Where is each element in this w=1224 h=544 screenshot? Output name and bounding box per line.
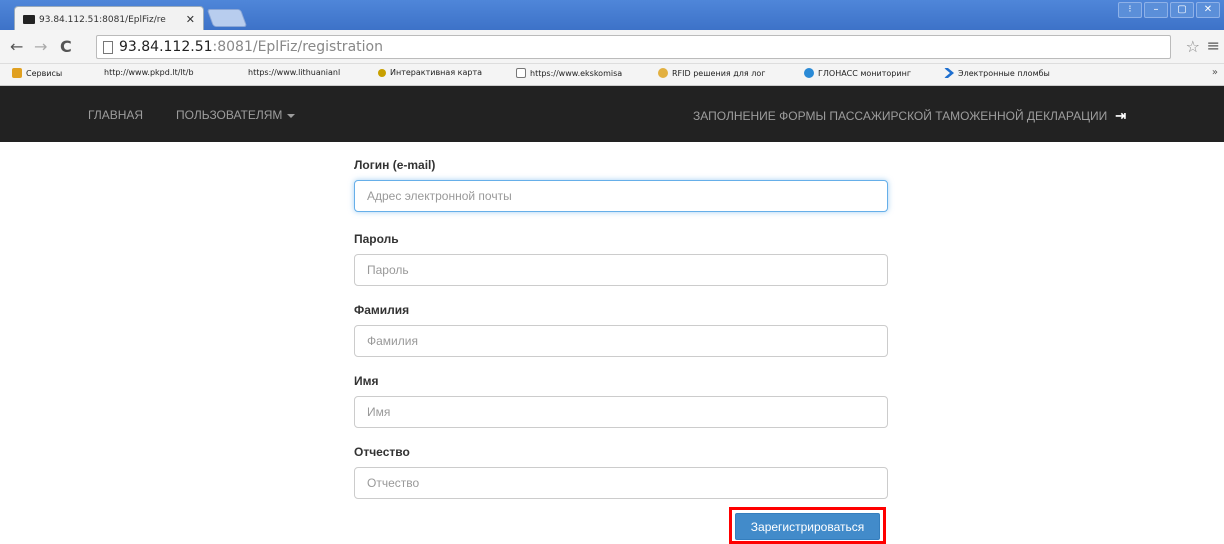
nav-users-dropdown[interactable]: Пользователям — [176, 108, 296, 122]
page-icon — [103, 40, 113, 54]
browser-toolbar: ← → C 93.84.112.51:8081/EplFiz/registrat… — [0, 30, 1224, 64]
nav-declaration-link[interactable]: Заполнение формы пассажирской таможенной… — [693, 108, 1126, 124]
back-icon[interactable]: ← — [10, 37, 23, 56]
patronymic-label: Отчество — [354, 445, 410, 459]
window-controls: ⁝ – ▢ ✕ — [1118, 2, 1220, 18]
surname-label: Фамилия — [354, 303, 410, 317]
name-input[interactable] — [354, 396, 888, 428]
patronymic-group: Отчество — [354, 445, 888, 499]
bookmark-item[interactable]: Сервисы — [12, 68, 62, 78]
register-button[interactable]: Зарегистрироваться — [735, 513, 880, 540]
url-text: 93.84.112.51:8081/EplFiz/registration — [119, 39, 383, 55]
tab-favicon-icon — [23, 15, 35, 24]
submit-highlight-box: Зарегистрироваться — [729, 507, 886, 544]
password-input[interactable] — [354, 254, 888, 286]
bookmark-star-icon[interactable]: ☆ — [1186, 37, 1200, 56]
login-label: Логин (e-mail) — [354, 158, 436, 172]
forward-icon[interactable]: → — [34, 37, 47, 56]
surname-input[interactable] — [354, 325, 888, 357]
bookmark-item[interactable]: Интерактивная карта — [378, 68, 482, 77]
name-group: Имя — [354, 374, 888, 428]
password-label: Пароль — [354, 232, 399, 246]
map-icon — [378, 68, 386, 77]
apps-icon — [12, 68, 22, 78]
bookmark-item[interactable]: http://www.pkpd.lt/lt/b — [104, 68, 194, 77]
surname-group: Фамилия — [354, 303, 888, 357]
tab-title: 93.84.112.51:8081/EplFiz/re — [39, 14, 166, 25]
bookmark-item[interactable]: ГЛОНАСС мониторинг — [804, 68, 911, 78]
browser-title-bar: 93.84.112.51:8081/EplFiz/re ✕ ⁝ – ▢ ✕ — [0, 0, 1224, 32]
nav-home-link[interactable]: Главная — [88, 108, 143, 122]
user-icon[interactable]: ⁝ — [1118, 2, 1142, 18]
login-icon: ⇥ — [1115, 108, 1127, 123]
login-email-input[interactable] — [354, 180, 888, 212]
bookmarks-bar: Сервисы http://www.pkpd.lt/lt/b https://… — [0, 64, 1224, 86]
new-tab-button[interactable] — [206, 9, 248, 27]
login-group: Логин (e-mail) — [354, 158, 888, 212]
bookmark-item[interactable]: Электронные пломбы — [944, 68, 1050, 78]
page-icon — [516, 68, 526, 78]
bookmark-item[interactable]: https://www.ekskomisa — [516, 68, 622, 78]
close-window-button[interactable]: ✕ — [1196, 2, 1220, 18]
bookmarks-more-icon[interactable]: » — [1212, 67, 1218, 78]
site-navbar: Главная Пользователям Заполнение формы п… — [0, 86, 1224, 142]
minimize-button[interactable]: – — [1144, 2, 1168, 18]
bookmark-item[interactable]: RFID решения для лог — [658, 68, 765, 78]
address-bar[interactable]: 93.84.112.51:8081/EplFiz/registration — [96, 35, 1171, 59]
password-group: Пароль — [354, 232, 888, 286]
glonass-icon — [804, 68, 814, 78]
patronymic-input[interactable] — [354, 467, 888, 499]
reload-icon[interactable]: C — [60, 37, 72, 56]
browser-tab[interactable]: 93.84.112.51:8081/EplFiz/re ✕ — [14, 6, 204, 32]
arrow-icon — [944, 68, 954, 78]
tab-close-icon[interactable]: ✕ — [186, 13, 195, 26]
maximize-button[interactable]: ▢ — [1170, 2, 1194, 18]
caret-down-icon — [287, 113, 296, 118]
rfid-icon — [658, 68, 668, 78]
browser-menu-icon[interactable]: ≡ — [1207, 36, 1220, 55]
name-label: Имя — [354, 374, 379, 388]
bookmark-item[interactable]: https://www.lithuanianl — [248, 68, 340, 77]
